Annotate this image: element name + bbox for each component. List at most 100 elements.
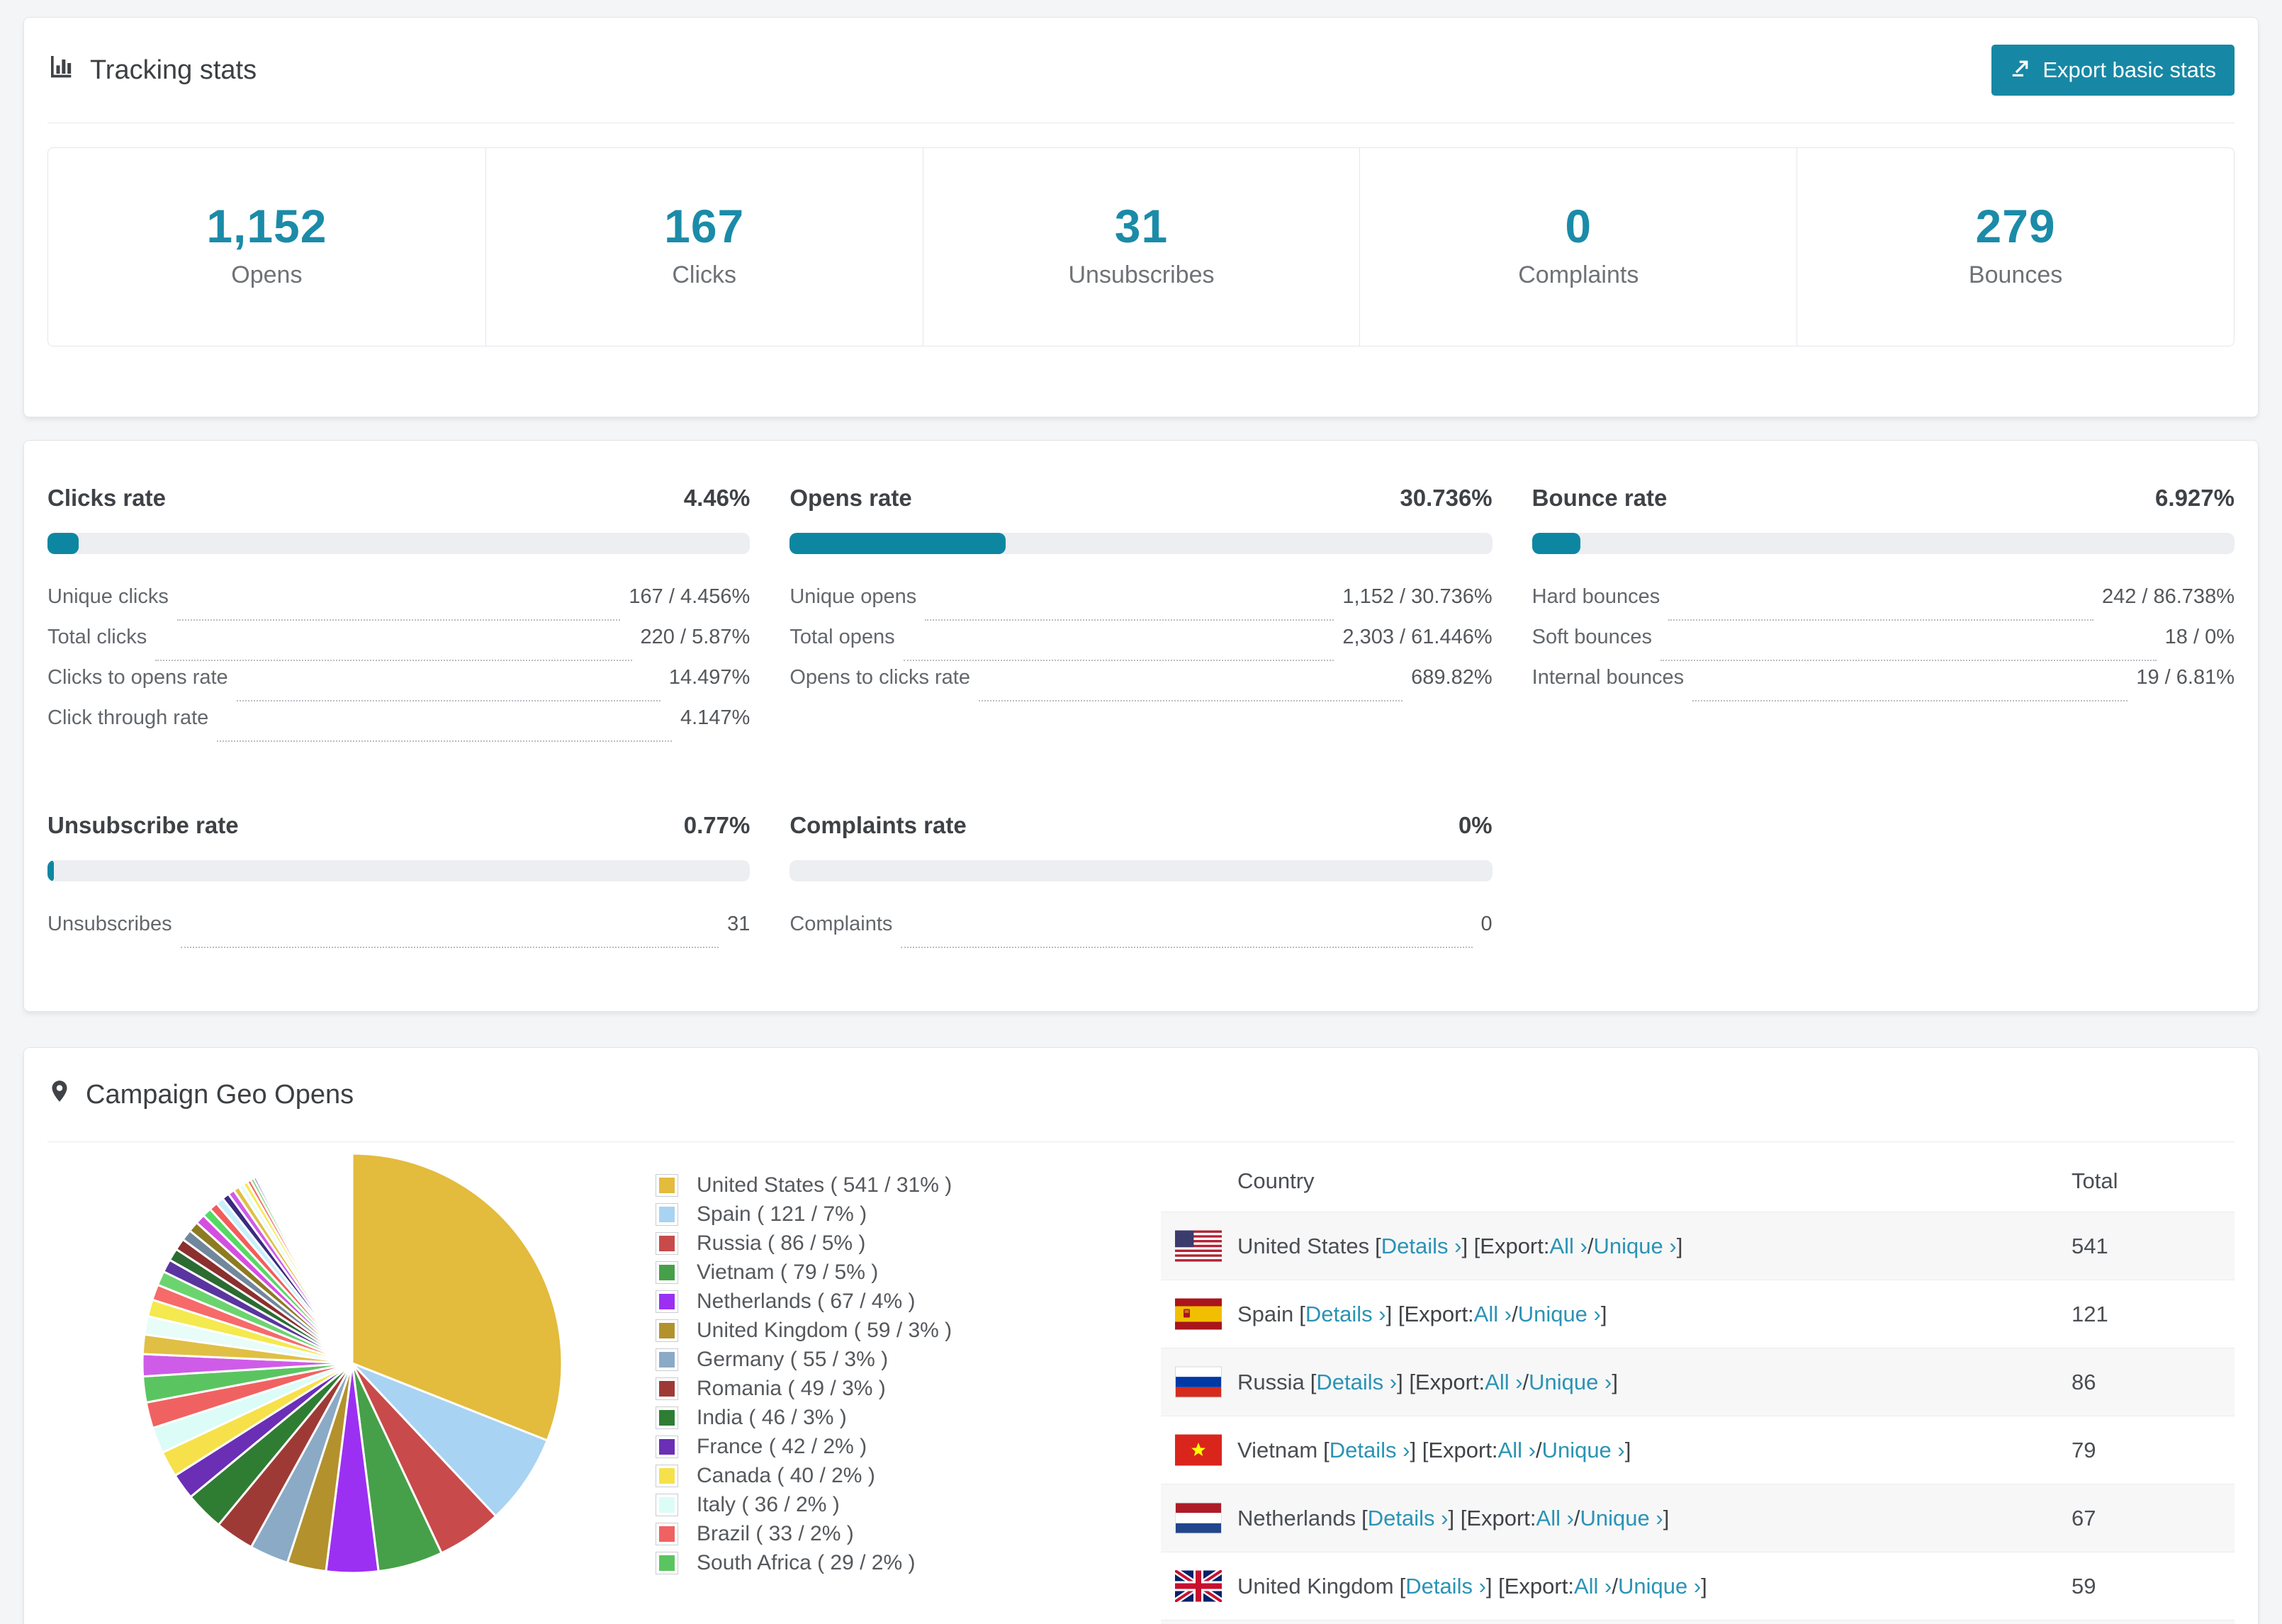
legend-label: Italy ( 36 / 2% ) [697, 1492, 840, 1516]
dotted-leader [176, 619, 621, 621]
bracket: [ [1310, 1369, 1317, 1394]
rate-detail-label: Total opens [789, 626, 895, 648]
country-details-link[interactable]: Details › [1381, 1234, 1462, 1259]
country-export-all-link[interactable]: All › [1574, 1574, 1612, 1599]
rate-progress-fill [789, 533, 1006, 554]
legend-swatch-color [659, 1206, 675, 1222]
legend-label: France ( 42 / 2% ) [697, 1434, 867, 1458]
table-row: Spain[Details ›] [Export: All › / Unique… [1161, 1280, 2235, 1348]
dashboard-page: Tracking stats Export basic stats 1,152 O… [0, 0, 2282, 1624]
legend-swatch [656, 1319, 678, 1342]
legend-label: Brazil ( 33 / 2% ) [697, 1521, 854, 1545]
country-export-unique-link[interactable]: Unique › [1542, 1438, 1625, 1463]
table-row: United States[Details ›] [Export: All › … [1161, 1212, 2235, 1280]
country-export-all-link[interactable]: All › [1485, 1370, 1522, 1395]
legend-label: India ( 46 / 3% ) [697, 1405, 847, 1429]
legend-label: Canada ( 40 / 2% ) [697, 1463, 875, 1487]
stat-value: 0 [1565, 200, 1592, 252]
legend-item: Italy ( 36 / 2% ) [656, 1490, 952, 1519]
country-cell: United Kingdom[Details ›] [Export: All ›… [1161, 1570, 2072, 1602]
legend-swatch [656, 1435, 678, 1458]
legend-label: United States ( 541 / 31% ) [697, 1173, 952, 1197]
legend-label: Netherlands ( 67 / 4% ) [697, 1289, 916, 1313]
bracket: [ [1361, 1505, 1368, 1530]
dotted-leader [236, 700, 661, 701]
legend-item: Germany ( 55 / 3% ) [656, 1345, 952, 1374]
bracket: ] [1600, 1301, 1607, 1326]
rate-detail-row: Unique opens 1,152 / 30.736% [789, 585, 1493, 626]
legend-swatch [656, 1231, 678, 1255]
bracket: ] [1624, 1437, 1631, 1462]
tracking-stats-header: Tracking stats Export basic stats [24, 18, 2258, 123]
legend-swatch-color [659, 1555, 675, 1571]
export-basic-stats-button[interactable]: Export basic stats [1991, 45, 2235, 96]
slash: / [1612, 1573, 1618, 1598]
rate-detail-row: Hard bounces 242 / 86.738% [1532, 585, 2235, 626]
country-export-all-link[interactable]: All › [1536, 1506, 1574, 1531]
stat-card: 279 Bounces [1797, 148, 2234, 346]
country-export-all-link[interactable]: All › [1549, 1234, 1587, 1259]
stat-value: 1,152 [206, 200, 327, 252]
legend-swatch [656, 1522, 678, 1545]
bracket: [ [1399, 1573, 1406, 1598]
country-details-link[interactable]: Details › [1405, 1574, 1486, 1599]
legend-label: Romania ( 49 / 3% ) [697, 1376, 886, 1400]
bracket: ] [1612, 1369, 1618, 1394]
rate-detail-label: Complaints [789, 913, 893, 935]
country-cell: United States[Details ›] [Export: All › … [1161, 1230, 2072, 1262]
legend-swatch-color [659, 1496, 675, 1513]
total-cell: 121 [2072, 1301, 2108, 1326]
slash: / [1587, 1233, 1594, 1258]
stat-label: Clicks [672, 261, 737, 288]
rate-value: 0.77% [683, 812, 751, 838]
legend-swatch-color [659, 1322, 675, 1338]
country-export-unique-link[interactable]: Unique › [1518, 1302, 1601, 1327]
country-details-link[interactable]: Details › [1368, 1506, 1449, 1531]
country-export-all-link[interactable]: All › [1498, 1438, 1536, 1463]
legend-swatch [656, 1173, 678, 1197]
country-details-link[interactable]: Details › [1305, 1302, 1386, 1327]
export-icon [2010, 56, 2033, 84]
legend-swatch-color [659, 1351, 675, 1368]
legend-swatch-color [659, 1264, 675, 1280]
country-export-unique-link[interactable]: Unique › [1529, 1370, 1612, 1395]
legend-item: France ( 42 / 2% ) [656, 1432, 952, 1461]
stat-label: Complaints [1518, 261, 1639, 288]
country-details-link[interactable]: Details › [1330, 1438, 1410, 1463]
country-export-all-link[interactable]: All › [1474, 1302, 1512, 1327]
export-prefix: ] [Export: [1448, 1505, 1536, 1530]
geo-header: Campaign Geo Opens [24, 1048, 2258, 1141]
slash: / [1522, 1369, 1529, 1394]
country-export-unique-link[interactable]: Unique › [1594, 1234, 1677, 1259]
rate-detail-value: 167 / 4.456% [629, 585, 751, 608]
legend-swatch [656, 1202, 678, 1226]
rate-detail-value: 689.82% [1411, 666, 1493, 689]
rate-progress-track [789, 860, 1493, 881]
rate-title: Complaints rate [789, 812, 967, 838]
bracket: ] [1701, 1573, 1707, 1598]
geo-pie-chart [140, 1151, 565, 1576]
legend-label: United Kingdom ( 59 / 3% ) [697, 1318, 952, 1342]
rate-value: 4.46% [683, 485, 751, 511]
country-details-link[interactable]: Details › [1316, 1370, 1397, 1395]
country-export-unique-link[interactable]: Unique › [1580, 1506, 1663, 1531]
country-cell: Netherlands[Details ›] [Export: All › / … [1161, 1502, 2072, 1534]
stat-card: 1,152 Opens [48, 148, 485, 346]
country-name: United States [1237, 1233, 1370, 1258]
rate-title: Bounce rate [1531, 485, 1668, 511]
legend-swatch [656, 1406, 678, 1429]
rate-section: Bounce rate 6.927% Hard bounces 242 / 86.73… [1531, 485, 2235, 747]
table-row: United Kingdom[Details ›] [Export: All ›… [1161, 1552, 2235, 1620]
country-export-unique-link[interactable]: Unique › [1618, 1574, 1701, 1599]
legend-swatch [656, 1377, 678, 1400]
rate-value: 0% [1458, 812, 1493, 838]
legend-swatch [656, 1551, 678, 1574]
legend-label: South Africa ( 29 / 2% ) [697, 1550, 916, 1574]
rate-header: Complaints rate 0% [789, 812, 1492, 839]
geo-pie-svg [141, 1152, 563, 1574]
total-cell: 86 [2072, 1369, 2096, 1394]
rate-title: Opens rate [789, 485, 912, 511]
flag-us-icon [1175, 1230, 1222, 1262]
dotted-leader [978, 700, 1403, 701]
rate-detail-label: Unsubscribes [47, 913, 172, 935]
